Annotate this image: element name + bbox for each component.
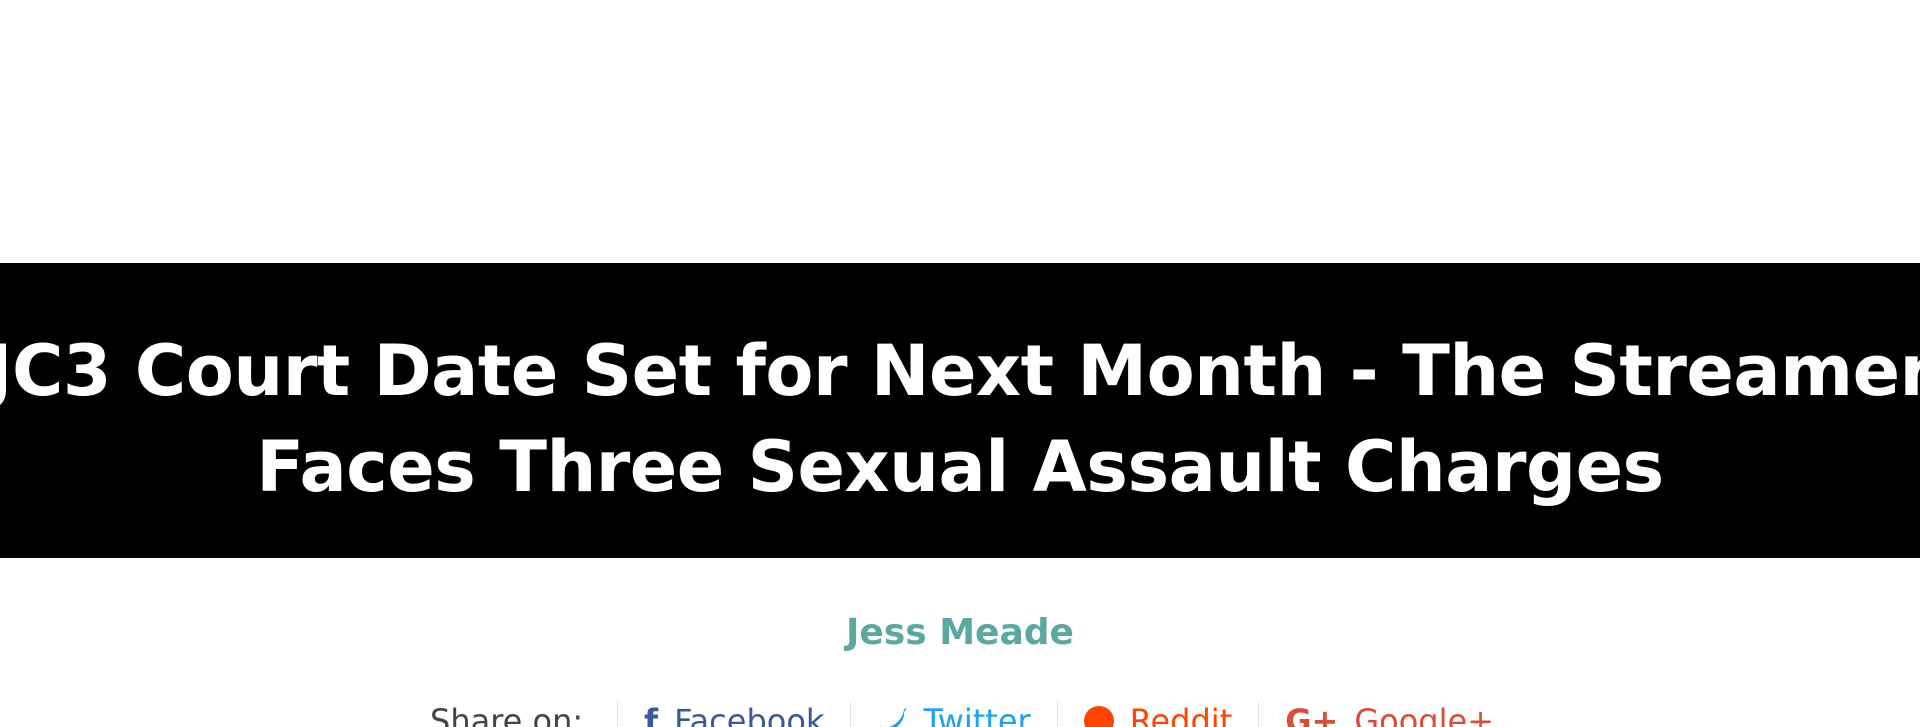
share-facebook-label: Facebook: [674, 702, 825, 727]
article-headline: JC3 Court Date Set for Next Month - The …: [0, 323, 1920, 515]
share-google-plus-button[interactable]: G+ Google+: [1258, 702, 1520, 727]
share-twitter-button[interactable]: Twitter: [850, 702, 1056, 727]
share-reddit-label: Reddit: [1129, 702, 1233, 727]
share-google-plus-label: Google+: [1354, 702, 1494, 727]
facebook-icon: f: [644, 702, 659, 727]
share-reddit-button[interactable]: Reddit: [1056, 702, 1259, 727]
article-page: JC3 Court Date Set for Next Month - The …: [0, 0, 1920, 727]
author-name-link[interactable]: Jess Meade: [0, 612, 1920, 653]
headline-line-1: JC3 Court Date Set for Next Month - The …: [0, 330, 1920, 412]
share-label: Share on:: [430, 702, 584, 727]
twitter-icon: [877, 702, 908, 727]
share-twitter-label: Twitter: [923, 702, 1031, 727]
headline-line-2: Faces Three Sexual Assault Charges: [256, 426, 1664, 508]
reddit-icon: [1083, 706, 1114, 727]
share-facebook-button[interactable]: f Facebook: [617, 702, 850, 727]
headline-banner: JC3 Court Date Set for Next Month - The …: [0, 263, 1920, 558]
google-plus-icon: G+: [1285, 702, 1339, 727]
share-bar: Share on: f Facebook Twitter Reddit G+ G…: [430, 702, 1520, 727]
